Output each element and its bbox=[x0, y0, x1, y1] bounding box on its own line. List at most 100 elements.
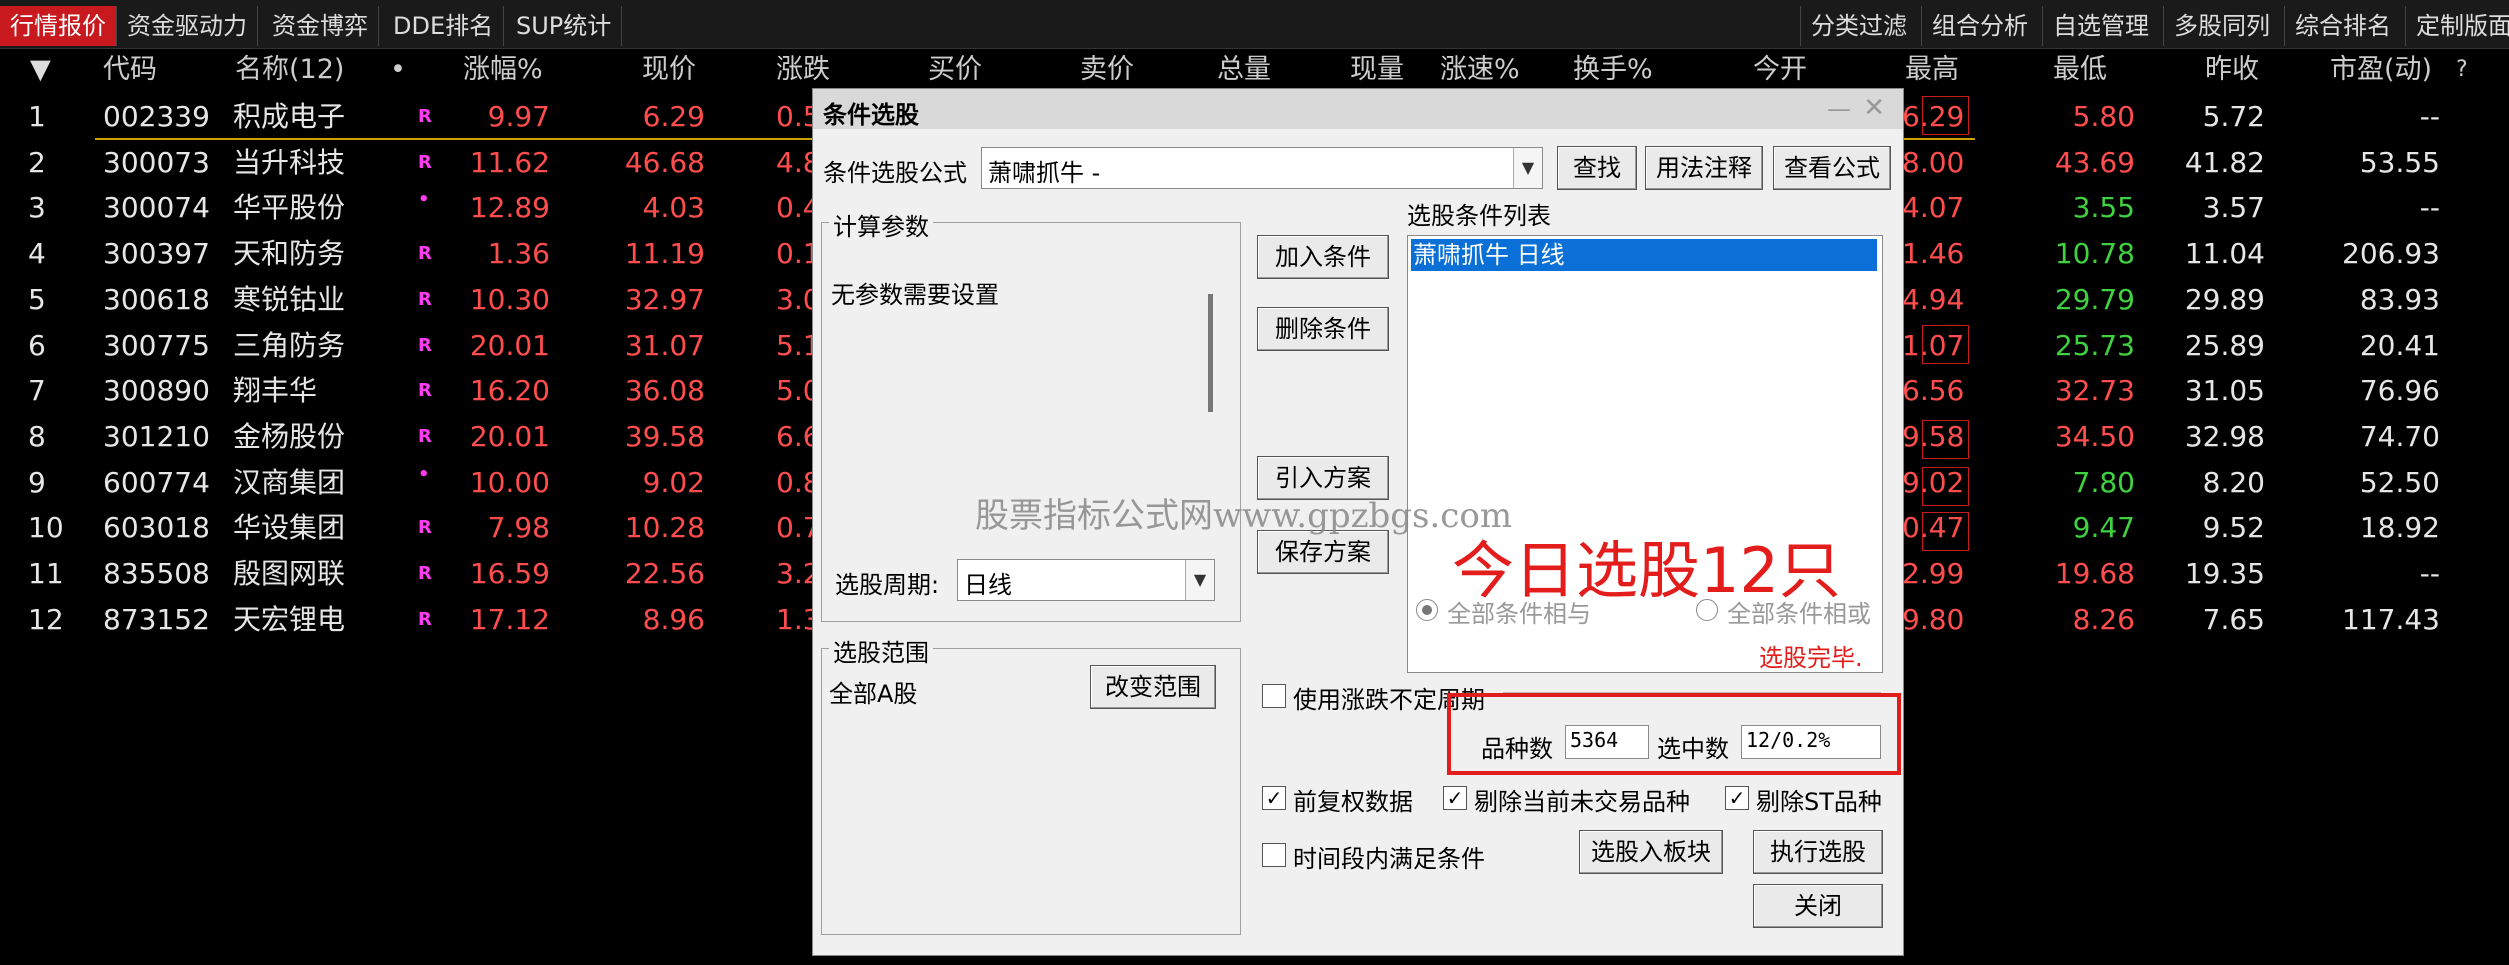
row-index: 6 bbox=[28, 328, 46, 362]
header-change[interactable]: 涨跌 bbox=[776, 50, 830, 90]
row-change: 1.3 bbox=[776, 602, 816, 636]
tab-sup-stats[interactable]: SUP统计 bbox=[506, 6, 623, 46]
to-block-button[interactable]: 选股入板块 bbox=[1579, 830, 1723, 874]
row-high: 8.00 bbox=[1902, 145, 1965, 179]
delete-condition-button[interactable]: 删除条件 bbox=[1257, 307, 1389, 351]
exclude-untraded-checkbox[interactable]: ✓ bbox=[1443, 786, 1467, 810]
tab-quotes[interactable]: 行情报价 bbox=[0, 6, 117, 46]
header-code[interactable]: 代码 bbox=[103, 50, 157, 90]
row-pe: 76.96 bbox=[2359, 374, 2440, 408]
header-cur-vol[interactable]: 现量 bbox=[1350, 50, 1404, 90]
high-highlight-frame bbox=[1922, 512, 1969, 551]
period-select[interactable]: 日线 ▼ bbox=[957, 559, 1215, 601]
header-speed[interactable]: 涨速% bbox=[1440, 50, 1520, 90]
find-button[interactable]: 查找 bbox=[1557, 146, 1637, 190]
formula-select[interactable]: 萧啸抓牛 - ▼ bbox=[981, 147, 1543, 189]
add-condition-button[interactable]: 加入条件 bbox=[1257, 235, 1389, 279]
close-icon[interactable]: ✕ bbox=[1863, 93, 1885, 123]
forward-adjust-checkbox[interactable]: ✓ bbox=[1262, 786, 1286, 810]
row-pe: 117.43 bbox=[2342, 602, 2440, 636]
row-pct: 16.59 bbox=[469, 557, 550, 590]
dialog-titlebar[interactable]: 条件选股 — ✕ bbox=[813, 89, 1903, 129]
usage-notes-button[interactable]: 用法注释 bbox=[1645, 146, 1763, 190]
condition-list-item[interactable]: 萧啸抓牛 日线 bbox=[1411, 239, 1877, 271]
radio-all-and[interactable] bbox=[1416, 599, 1438, 621]
row-name: 天和防务 bbox=[233, 237, 346, 271]
tab-category-filter[interactable]: 分类过滤 bbox=[1800, 6, 1917, 46]
row-index: 7 bbox=[28, 374, 46, 408]
header-bid[interactable]: 买价 bbox=[928, 50, 982, 90]
row-name: 天宏锂电 bbox=[233, 602, 346, 636]
exclude-st-label: 剔除ST品种 bbox=[1756, 788, 1882, 816]
params-scrollbar[interactable] bbox=[1208, 294, 1213, 412]
row-code: 873152 bbox=[103, 602, 210, 636]
tab-capital-game[interactable]: 资金博弈 bbox=[262, 6, 379, 46]
row-change: 5.1 bbox=[776, 328, 816, 362]
margin-mark-icon: R bbox=[418, 151, 432, 173]
row-pct: 7.98 bbox=[487, 511, 550, 545]
header-turnover[interactable]: 换手% bbox=[1573, 50, 1653, 90]
tab-capital-drive[interactable]: 资金驱动力 bbox=[117, 6, 258, 46]
row-high: 1.46 bbox=[1902, 237, 1965, 271]
forward-adjust-label: 前复权数据 bbox=[1293, 788, 1413, 816]
header-price[interactable]: 现价 bbox=[642, 50, 696, 90]
margin-mark-icon: R bbox=[418, 334, 432, 356]
help-icon[interactable]: ? bbox=[2456, 50, 2468, 90]
row-low: 9.47 bbox=[2072, 511, 2135, 545]
chevron-down-icon[interactable]: ▼ bbox=[1185, 560, 1214, 600]
top-tab-bar: 行情报价 资金驱动力 资金博弈 DDE排名 SUP统计 分类过滤 组合分析 自选… bbox=[0, 0, 2509, 49]
row-name: 寒锐钴业 bbox=[233, 282, 346, 316]
time-range-checkbox[interactable] bbox=[1262, 843, 1286, 867]
row-index: 12 bbox=[28, 602, 64, 636]
exclude-untraded-label: 剔除当前未交易品种 bbox=[1474, 788, 1690, 816]
minimize-icon[interactable]: — bbox=[1827, 95, 1851, 123]
sort-icon[interactable]: ▼ bbox=[30, 50, 51, 90]
header-pct[interactable]: 涨幅% bbox=[463, 50, 543, 90]
row-name: 金杨股份 bbox=[233, 419, 346, 453]
run-selection-button[interactable]: 执行选股 bbox=[1753, 830, 1883, 874]
row-code: 300890 bbox=[103, 374, 210, 408]
row-index: 4 bbox=[28, 237, 46, 271]
header-ask[interactable]: 卖价 bbox=[1080, 50, 1134, 90]
row-index: 8 bbox=[28, 419, 46, 453]
header-low[interactable]: 最低 bbox=[2053, 50, 2107, 90]
params-group-title: 计算参数 bbox=[829, 207, 933, 242]
header-name[interactable]: 名称(12) bbox=[235, 50, 344, 90]
row-code: 300775 bbox=[103, 328, 210, 362]
exclude-st-checkbox[interactable]: ✓ bbox=[1725, 786, 1749, 810]
header-open[interactable]: 今开 bbox=[1753, 50, 1807, 90]
tab-portfolio-analysis[interactable]: 组合分析 bbox=[1921, 6, 2038, 46]
row-prev-close: 11.04 bbox=[2184, 237, 2265, 271]
row-pct: 20.01 bbox=[469, 419, 550, 453]
tab-watchlist[interactable]: 自选管理 bbox=[2042, 6, 2159, 46]
tab-dde-rank[interactable]: DDE排名 bbox=[383, 6, 505, 46]
header-volume[interactable]: 总量 bbox=[1217, 50, 1271, 90]
margin-mark-icon: R bbox=[418, 608, 432, 630]
header-pe[interactable]: 市盈(动) bbox=[2330, 50, 2432, 90]
row-price: 4.03 bbox=[642, 191, 705, 225]
period-label: 选股周期: bbox=[835, 571, 940, 599]
row-prev-close: 31.05 bbox=[2184, 374, 2265, 408]
chevron-down-icon[interactable]: ▼ bbox=[1513, 148, 1542, 188]
tab-overall-rank[interactable]: 综合排名 bbox=[2284, 6, 2401, 46]
row-code: 835508 bbox=[103, 557, 210, 590]
row-pct: 12.89 bbox=[469, 191, 550, 225]
row-pe: 18.92 bbox=[2359, 511, 2440, 545]
tab-multi-stock[interactable]: 多股同列 bbox=[2163, 6, 2280, 46]
row-index: 1 bbox=[28, 100, 46, 133]
row-high: 2.99 bbox=[1902, 557, 1965, 590]
row-pe: 74.70 bbox=[2359, 419, 2440, 453]
view-formula-button[interactable]: 查看公式 bbox=[1773, 146, 1891, 190]
row-change: 3.0 bbox=[776, 282, 816, 316]
row-low: 3.55 bbox=[2072, 191, 2135, 225]
tab-custom-layout[interactable]: 定制版面 bbox=[2405, 6, 2509, 46]
header-prev-close[interactable]: 昨收 bbox=[2205, 50, 2259, 90]
change-range-button[interactable]: 改变范围 bbox=[1090, 665, 1216, 709]
row-name: 华设集团 bbox=[233, 511, 346, 545]
row-low: 29.79 bbox=[2054, 282, 2135, 316]
close-button[interactable]: 关闭 bbox=[1753, 884, 1883, 928]
formula-value: 萧啸抓牛 - bbox=[988, 159, 1101, 187]
header-high[interactable]: 最高 bbox=[1905, 50, 1959, 90]
use-period-checkbox[interactable] bbox=[1262, 684, 1286, 708]
row-pct: 11.62 bbox=[469, 145, 550, 179]
